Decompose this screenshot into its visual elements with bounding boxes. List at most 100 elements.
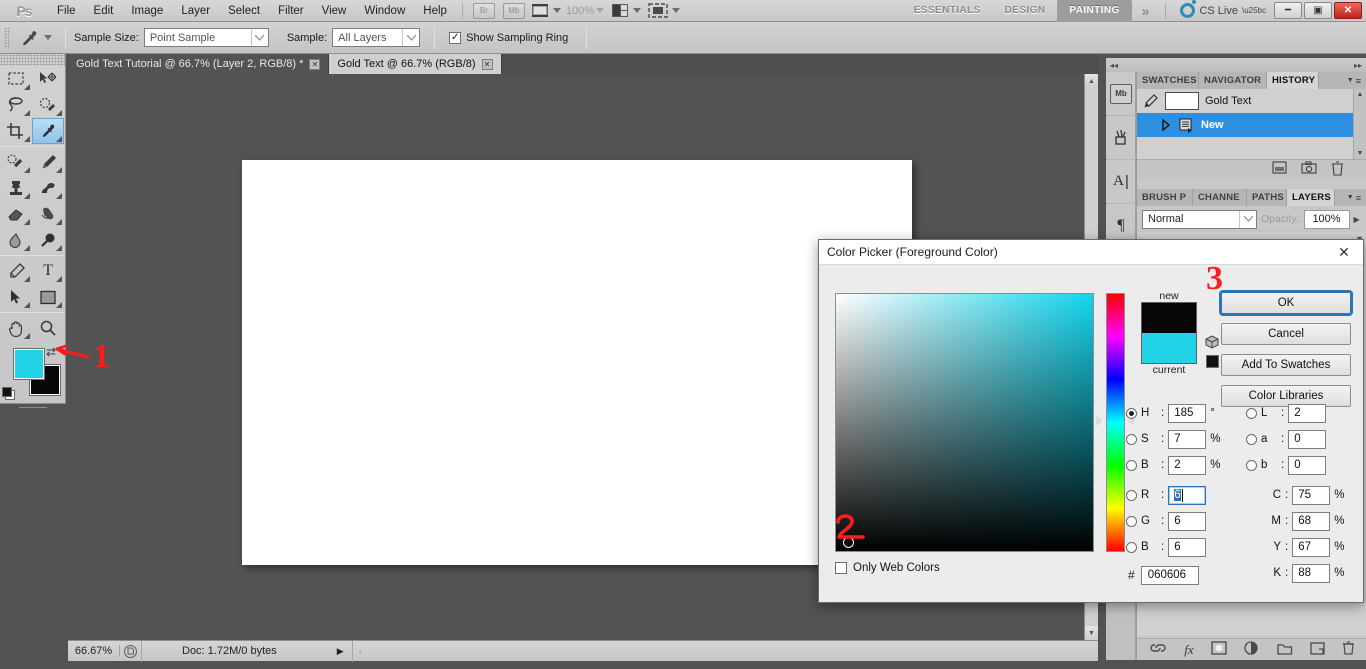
- only-web-colors-row[interactable]: Only Web Colors: [835, 562, 940, 574]
- hex-input[interactable]: 060606: [1140, 565, 1199, 585]
- menu-view[interactable]: View: [313, 2, 356, 20]
- tab-history[interactable]: HISTORY: [1267, 72, 1319, 89]
- view-extras-icon[interactable]: [531, 3, 549, 18]
- history-states-list[interactable]: Gold Text New ▲ ▼: [1137, 89, 1366, 159]
- lab-a-row[interactable]: a: 0: [1246, 426, 1366, 452]
- new-color-swatch[interactable]: [1141, 302, 1197, 333]
- layers-panel-menu-icon[interactable]: ▼ ≡: [1335, 189, 1366, 206]
- status-menu-arrow-icon[interactable]: ▶: [337, 646, 344, 657]
- cyan-row[interactable]: C: 75 %: [1246, 482, 1366, 508]
- hue-slider[interactable]: [1106, 293, 1125, 552]
- close-button[interactable]: ✕: [1334, 2, 1362, 19]
- add-to-swatches-button[interactable]: Add To Swatches: [1221, 354, 1351, 376]
- tool-lasso[interactable]: [0, 92, 32, 118]
- tool-dodge[interactable]: [32, 227, 64, 253]
- cs-live-button[interactable]: CS Live \u25bc: [1172, 0, 1274, 18]
- hue-radio[interactable]: [1126, 407, 1137, 419]
- workspace-design[interactable]: DESIGN: [993, 1, 1058, 20]
- delete-state-icon[interactable]: [1331, 160, 1344, 179]
- brightness-radio[interactable]: [1126, 459, 1137, 471]
- yellow-row[interactable]: Y: 67 %: [1246, 534, 1366, 560]
- green-input[interactable]: 6: [1168, 511, 1207, 531]
- tool-zoom[interactable]: [32, 315, 64, 341]
- scroll-down-icon[interactable]: ▼: [1357, 150, 1364, 157]
- tool-eyedropper[interactable]: [32, 118, 64, 144]
- yellow-input[interactable]: 67: [1292, 537, 1331, 557]
- tool-blur[interactable]: [0, 227, 32, 253]
- tool-rectangle-shape[interactable]: [32, 284, 64, 310]
- menu-help[interactable]: Help: [414, 2, 456, 20]
- tab-paths[interactable]: PATHS: [1247, 189, 1287, 206]
- tool-preset-chevron-down-icon[interactable]: [44, 35, 52, 40]
- blue-row[interactable]: B: 6: [1126, 534, 1231, 560]
- red-input[interactable]: 6: [1168, 485, 1207, 505]
- document-tab-gold-text[interactable]: Gold Text @ 66.7% (RGB/8) ✕: [329, 54, 502, 74]
- green-radio[interactable]: [1126, 515, 1137, 527]
- launch-mini-bridge-button[interactable]: Mb: [502, 2, 525, 19]
- minimize-button[interactable]: ━: [1274, 2, 1302, 19]
- green-row[interactable]: G: 6: [1126, 508, 1231, 534]
- tab-swatches[interactable]: SWATCHES: [1137, 72, 1199, 89]
- view-extras-chevron-down-icon[interactable]: [552, 8, 561, 13]
- black-input[interactable]: 88: [1292, 563, 1331, 583]
- lab-a-input[interactable]: 0: [1288, 429, 1327, 449]
- blue-input[interactable]: 6: [1168, 537, 1207, 557]
- mini-bridge-panel-icon[interactable]: Mb: [1106, 72, 1136, 116]
- link-layers-icon[interactable]: [1149, 642, 1167, 657]
- lab-b-radio[interactable]: [1246, 459, 1257, 471]
- scroll-up-icon[interactable]: ▲: [1085, 74, 1098, 88]
- tool-clone-stamp[interactable]: [0, 175, 32, 201]
- tool-gradient[interactable]: [32, 201, 64, 227]
- close-icon[interactable]: ✕: [309, 58, 321, 70]
- menu-edit[interactable]: Edit: [85, 2, 123, 20]
- lab-l-radio[interactable]: [1246, 407, 1257, 419]
- swap-colors-icon[interactable]: ⇄: [46, 345, 56, 359]
- restore-button[interactable]: ▣: [1304, 2, 1332, 19]
- show-sampling-ring-row[interactable]: ✓ Show Sampling Ring: [449, 31, 568, 44]
- arrange-documents-chevron-down-icon[interactable]: [633, 8, 642, 13]
- color-field-cursor[interactable]: [843, 537, 854, 548]
- tool-pen[interactable]: [0, 258, 32, 284]
- saturation-row[interactable]: S: 7 %: [1126, 426, 1231, 452]
- menu-layer[interactable]: Layer: [172, 2, 219, 20]
- foreground-color-swatch[interactable]: [14, 349, 44, 379]
- saturation-brightness-field[interactable]: [835, 293, 1094, 552]
- tool-quick-selection[interactable]: [32, 92, 64, 118]
- menu-filter[interactable]: Filter: [269, 2, 313, 20]
- scroll-up-icon[interactable]: ▲: [1357, 91, 1364, 98]
- screen-mode-icon[interactable]: [648, 3, 668, 18]
- collapse-right-icon[interactable]: ▸▸: [1354, 61, 1362, 70]
- workspace-painting[interactable]: PAINTING: [1057, 0, 1132, 22]
- tool-path-selection[interactable]: [0, 284, 32, 310]
- out-of-gamut-color-swatch[interactable]: [1205, 355, 1219, 368]
- tool-horizontal-type[interactable]: T: [32, 258, 64, 284]
- black-row[interactable]: K: 88 %: [1246, 560, 1366, 586]
- tool-brush[interactable]: [32, 149, 64, 175]
- out-of-gamut-warning-icon[interactable]: [1205, 335, 1219, 351]
- menu-file[interactable]: File: [48, 2, 85, 20]
- saturation-radio[interactable]: [1126, 433, 1137, 445]
- character-panel-icon[interactable]: A |: [1106, 160, 1136, 204]
- history-panel-menu-icon[interactable]: ▼ ≡: [1319, 72, 1366, 89]
- new-snapshot-icon[interactable]: [1301, 161, 1317, 178]
- lab-a-radio[interactable]: [1246, 433, 1257, 445]
- scroll-down-icon[interactable]: ▼: [1085, 626, 1098, 640]
- red-radio[interactable]: [1126, 489, 1137, 501]
- hue-input[interactable]: 185: [1168, 403, 1207, 423]
- screen-mode-chevron-down-icon[interactable]: [672, 8, 681, 13]
- tool-rectangular-marquee[interactable]: [0, 66, 32, 92]
- workspace-more-icon[interactable]: »: [1132, 3, 1160, 19]
- lab-l-input[interactable]: 2: [1288, 403, 1327, 423]
- status-zoom-value[interactable]: 66.67%: [68, 645, 120, 657]
- tab-brush-presets[interactable]: BRUSH P: [1137, 189, 1193, 206]
- sample-select[interactable]: All Layers: [332, 28, 421, 47]
- history-state-row[interactable]: Gold Text: [1137, 89, 1366, 113]
- cancel-button[interactable]: Cancel: [1221, 323, 1351, 345]
- sample-size-select[interactable]: Point Sample: [143, 28, 269, 47]
- new-document-from-state-icon[interactable]: [1272, 161, 1287, 178]
- tab-layers[interactable]: LAYERS: [1287, 189, 1335, 206]
- brightness-input[interactable]: 2: [1168, 455, 1207, 475]
- color-picker-title-bar[interactable]: Color Picker (Foreground Color) ✕: [819, 240, 1363, 265]
- hex-row[interactable]: # 060606: [1126, 562, 1231, 588]
- saturation-input[interactable]: 7: [1168, 429, 1207, 449]
